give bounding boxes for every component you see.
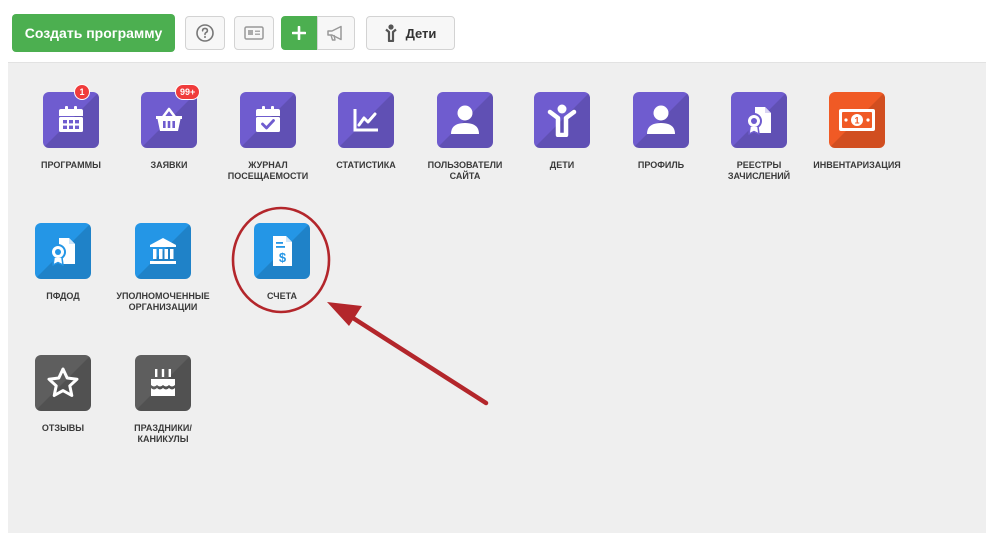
tile-attendance[interactable]: ЖУРНАЛ ПОСЕЩАЕМОСТИ <box>219 92 317 182</box>
tile-pfdod-label: ПФДОД <box>46 291 80 301</box>
inventory-icon: 1 <box>839 109 875 131</box>
tile-children-label: ДЕТИ <box>549 160 575 170</box>
tile-attendance-label: ЖУРНАЛ ПОСЕЩАЕМОСТИ <box>227 160 309 181</box>
tile-statistics[interactable]: СТАТИСТИКА <box>317 92 415 171</box>
plus-icon <box>292 26 306 40</box>
certificate-icon <box>50 238 75 266</box>
tile-site-users-icon-box <box>437 92 493 148</box>
calendar-check-icon <box>256 106 280 132</box>
tile-children-icon-box <box>534 92 590 148</box>
tile-authorized-organizations-label: УПОЛНОМОЧЕННЫЕ ОРГАНИЗАЦИИ <box>116 291 210 312</box>
help-button[interactable] <box>185 16 225 50</box>
tile-profile[interactable]: ПРОФИЛЬ <box>612 92 710 171</box>
megaphone-icon <box>327 25 342 41</box>
create-program-button[interactable]: Создать программу <box>12 14 175 52</box>
tile-invoices-label: СЧЕТА <box>266 291 298 301</box>
toolbar: Создать программу Дети <box>0 0 986 62</box>
tile-holidays-icon-box <box>135 355 191 411</box>
star-icon <box>47 367 79 397</box>
certificate-icon <box>746 107 771 135</box>
user-icon <box>451 105 479 134</box>
child-icon <box>384 24 397 42</box>
announcement-button[interactable] <box>317 16 355 50</box>
basket-icon <box>156 107 182 131</box>
tile-programs-label: ПРОГРАММЫ <box>41 160 101 170</box>
id-card-icon <box>244 26 264 40</box>
tile-inventory-icon-box: 1 <box>829 92 885 148</box>
tile-enrollment-registers-icon-box <box>731 92 787 148</box>
chart-icon <box>353 109 378 132</box>
tile-enrollment-registers-label: РЕЕСТРЫ ЗАЧИСЛЕНИЙ <box>727 160 791 181</box>
children-button[interactable]: Дети <box>366 16 455 50</box>
programs-badge: 1 <box>74 84 90 100</box>
tile-profile-label: ПРОФИЛЬ <box>637 160 685 170</box>
tile-programs[interactable]: 1 ПРОГРАММЫ <box>22 84 120 171</box>
tile-applications-icon-box <box>141 92 197 148</box>
tile-inventory[interactable]: 1 ИНВЕНТАРИЗАЦИЯ <box>808 92 906 171</box>
tile-profile-icon-box <box>633 92 689 148</box>
tile-invoices[interactable]: $ СЧЕТА <box>233 223 331 302</box>
svg-text:1: 1 <box>854 116 859 126</box>
tile-holidays-label: ПРАЗДНИКИ/ КАНИКУЛЫ <box>134 423 192 444</box>
tile-holidays[interactable]: ПРАЗДНИКИ/ КАНИКУЛЫ <box>114 355 212 445</box>
cake-icon <box>151 369 175 396</box>
id-card-button[interactable] <box>234 16 274 50</box>
bank-icon <box>150 238 176 264</box>
svg-text:$: $ <box>279 250 287 265</box>
tile-applications[interactable]: 99+ ЗАЯВКИ <box>120 84 218 171</box>
invoice-icon: $ <box>273 236 292 266</box>
calendar-icon <box>59 106 83 132</box>
modules-panel: 1 ПРОГРАММЫ 99+ ЗАЯВКИ ЖУРНАЛ ПОСЕЩАЕМОС… <box>8 62 986 533</box>
applications-badge: 99+ <box>175 84 201 100</box>
tile-attendance-icon-box <box>240 92 296 148</box>
tile-statistics-label: СТАТИСТИКА <box>336 160 396 170</box>
add-button[interactable] <box>281 16 317 50</box>
user-icon <box>647 105 675 134</box>
tile-enrollment-registers[interactable]: РЕЕСТРЫ ЗАЧИСЛЕНИЙ <box>710 92 808 182</box>
tile-inventory-label: ИНВЕНТАРИЗАЦИЯ <box>813 160 901 170</box>
tile-authorized-organizations[interactable]: УПОЛНОМОЧЕННЫЕ ОРГАНИЗАЦИИ <box>114 223 212 313</box>
tile-reviews[interactable]: ОТЗЫВЫ <box>14 355 112 434</box>
tile-pfdod[interactable]: ПФДОД <box>14 223 112 302</box>
tile-authorized-organizations-icon-box <box>135 223 191 279</box>
children-button-label: Дети <box>405 25 437 41</box>
tile-site-users[interactable]: ПОЛЬЗОВАТЕЛИ САЙТА <box>416 92 514 182</box>
tile-invoices-icon-box: $ <box>254 223 310 279</box>
tile-site-users-label: ПОЛЬЗОВАТЕЛИ САЙТА <box>427 160 503 181</box>
tile-applications-label: ЗАЯВКИ <box>150 160 188 170</box>
tile-statistics-icon-box <box>338 92 394 148</box>
child-icon <box>547 104 577 137</box>
tile-reviews-icon-box <box>35 355 91 411</box>
tile-children[interactable]: ДЕТИ <box>513 92 611 171</box>
tile-reviews-label: ОТЗЫВЫ <box>41 423 85 433</box>
help-icon <box>196 24 214 42</box>
tile-programs-icon-box <box>43 92 99 148</box>
tile-pfdod-icon-box <box>35 223 91 279</box>
